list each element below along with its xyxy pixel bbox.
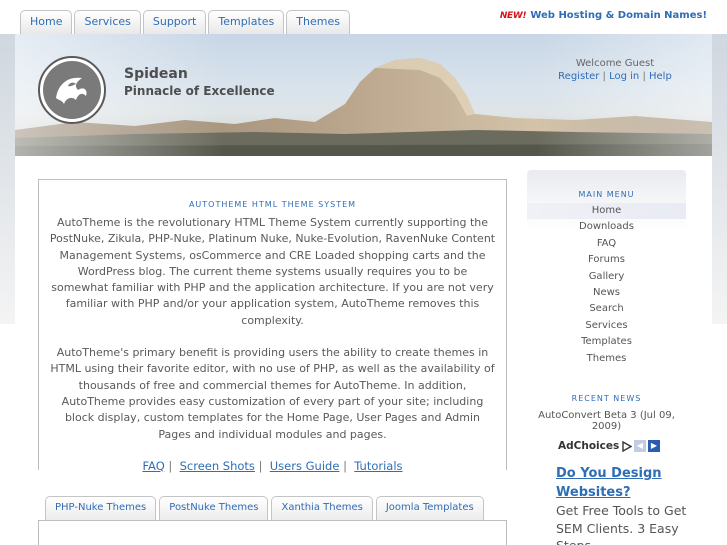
ad-headline-link[interactable]: Do You Design Websites?	[556, 464, 696, 502]
menu-item-gallery[interactable]: Gallery	[527, 269, 686, 285]
tab-joomla-templates[interactable]: Joomla Templates	[375, 496, 484, 520]
main-menu-title: MAIN MENU	[578, 190, 635, 199]
login-link[interactable]: Log in	[609, 71, 639, 82]
main-content-block: AUTOTHEME HTML THEME SYSTEM AutoTheme is…	[38, 179, 507, 473]
menu-item-templates[interactable]: Templates	[527, 334, 686, 350]
block-links: FAQ | Screen Shots | Users Guide | Tutor…	[39, 459, 506, 473]
theme-category-tabs: PHP-Nuke Themes PostNuke Themes Xanthia …	[45, 496, 484, 520]
recent-news-title: RECENT NEWS	[571, 394, 642, 403]
menu-item-downloads[interactable]: Downloads	[527, 219, 686, 235]
users-guide-link[interactable]: Users Guide	[270, 459, 340, 473]
adchoices-label[interactable]: AdChoices	[558, 440, 633, 452]
separator: |	[602, 71, 606, 82]
separator: |	[642, 71, 646, 82]
new-badge: NEW!	[499, 10, 527, 21]
menu-item-themes[interactable]: Themes	[527, 351, 686, 367]
menu-item-forums[interactable]: Forums	[527, 252, 686, 268]
help-link[interactable]: Help	[649, 71, 672, 82]
menu-item-search[interactable]: Search	[527, 301, 686, 317]
promo-text: Web Hosting & Domain Names!	[530, 10, 707, 21]
site-name: Spidean	[124, 66, 188, 82]
ad-prev-icon[interactable]: ◀	[634, 440, 646, 452]
user-links: Register | Log in | Help	[540, 71, 690, 82]
menu-item-faq[interactable]: FAQ	[527, 236, 686, 252]
tab-templates[interactable]: Templates	[208, 10, 285, 34]
screen-shots-link[interactable]: Screen Shots	[180, 459, 255, 473]
faq-link[interactable]: FAQ	[142, 459, 164, 473]
ad-next-icon[interactable]: ▶	[648, 440, 660, 452]
right-page-edge	[712, 34, 727, 324]
menu-item-home[interactable]: Home	[527, 203, 686, 220]
tab-php-nuke-themes[interactable]: PHP-Nuke Themes	[45, 496, 157, 520]
tab-postnuke-themes[interactable]: PostNuke Themes	[159, 496, 269, 520]
site-slogan: Pinnacle of Excellence	[124, 84, 275, 98]
intro-paragraph: AutoTheme is the revolutionary HTML Them…	[49, 216, 496, 327]
welcome-text: Welcome Guest	[575, 58, 655, 69]
adchoices-text: AdChoices	[558, 440, 620, 452]
left-page-edge	[0, 34, 15, 324]
header-banner	[15, 34, 712, 156]
menu-item-news[interactable]: News	[527, 285, 686, 301]
menu-item-services[interactable]: Services	[527, 318, 686, 334]
adchoices-icon	[622, 440, 633, 452]
separator: |	[258, 458, 263, 473]
separator: |	[343, 458, 347, 473]
half-dome-landscape	[15, 34, 712, 156]
tutorials-link[interactable]: Tutorials	[354, 459, 402, 473]
tab-xanthia-themes[interactable]: Xanthia Themes	[271, 496, 373, 520]
ad-body: Get Free Tools to Get SEM Clients. 3 Eas…	[556, 503, 687, 545]
top-nav-tabs: Home Services Support Templates Themes	[20, 10, 350, 34]
benefit-paragraph: AutoTheme's primary benefit is providing…	[50, 346, 495, 441]
spidean-logo[interactable]	[38, 56, 106, 124]
register-link[interactable]: Register	[558, 71, 599, 82]
tab-content-panel	[38, 520, 507, 545]
tab-support[interactable]: Support	[142, 10, 207, 34]
tab-themes[interactable]: Themes	[286, 10, 350, 34]
ad-nav: ◀ ▶	[634, 440, 660, 452]
block-body: AutoTheme is the revolutionary HTML Them…	[49, 215, 496, 443]
separator: |	[168, 458, 173, 473]
main-menu: Home Downloads FAQ Forums Gallery News S…	[527, 203, 686, 367]
news-item[interactable]: AutoConvert Beta 3 (Jul 09, 2009)	[527, 410, 686, 432]
hosting-promo-link[interactable]: NEW! Web Hosting & Domain Names!	[500, 10, 707, 21]
block-title: AUTOTHEME HTML THEME SYSTEM	[188, 200, 357, 209]
tab-services[interactable]: Services	[74, 10, 141, 34]
tab-home[interactable]: Home	[20, 10, 73, 34]
